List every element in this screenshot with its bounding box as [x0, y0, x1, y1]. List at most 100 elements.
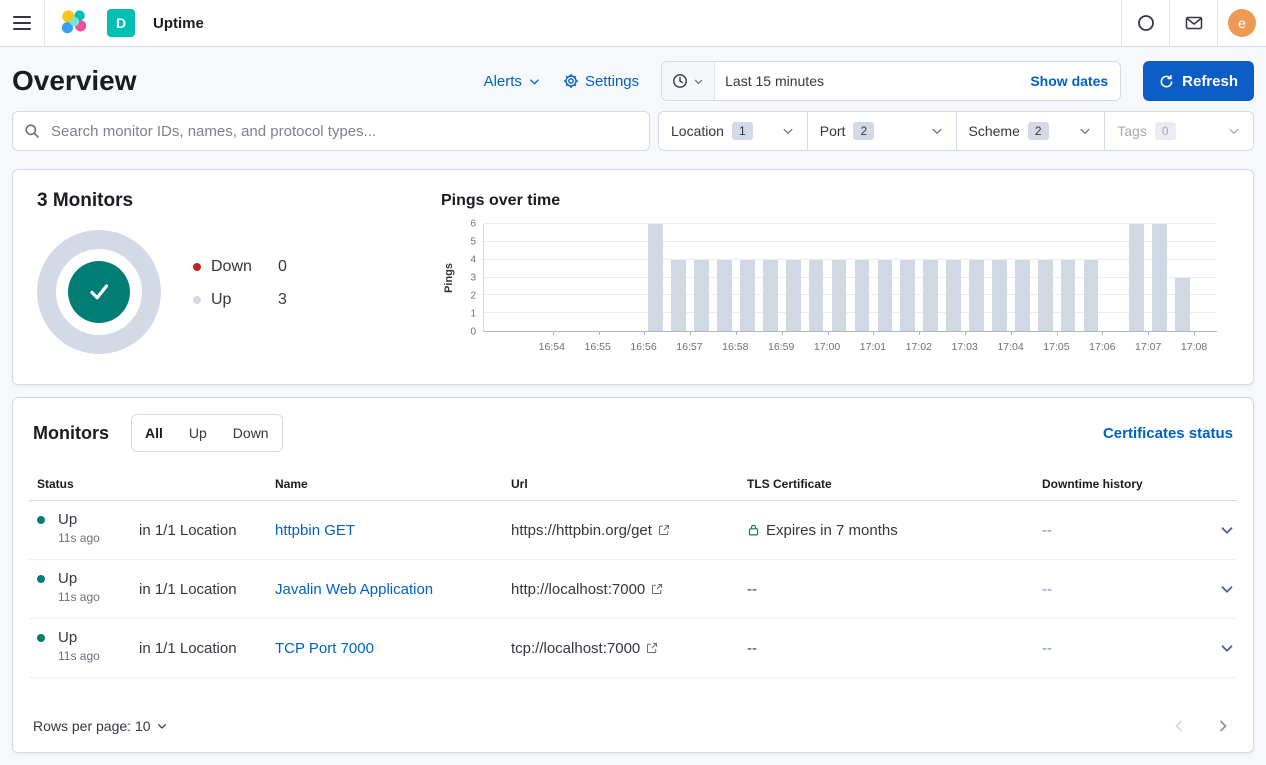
monitors-title: Monitors [33, 423, 109, 444]
chart-gridline [484, 241, 1217, 242]
monitors-panel: Monitors AllUpDown Certificates status S… [12, 397, 1254, 753]
chart-gridline [484, 259, 1217, 260]
settings-label: Settings [585, 73, 639, 90]
monitor-url-link[interactable]: tcp://localhost:7000 [503, 640, 739, 657]
legend-value: 3 [278, 291, 287, 309]
monitor-name-link[interactable]: TCP Port 7000 [275, 640, 374, 657]
chevron-down-icon [1219, 640, 1235, 656]
x-axis: 16:5416:5516:5616:5716:5816:5917:0017:01… [483, 332, 1217, 358]
filter-label: Port [820, 123, 846, 139]
ping-count-bar [1175, 278, 1190, 332]
y-axis-tick-label: 3 [470, 273, 476, 284]
search-icon [24, 123, 40, 139]
search-input[interactable] [12, 111, 650, 151]
mail-icon [1185, 14, 1203, 32]
filter-count-badge: 1 [732, 122, 753, 140]
legend-item-up: Up3 [193, 291, 287, 309]
chart-title: Pings over time [441, 192, 1229, 210]
ping-count-bar [1084, 260, 1099, 331]
ping-count-bar [1061, 260, 1076, 331]
filter-port-button[interactable]: Port2 [807, 112, 956, 150]
page-header: Overview Alerts Settings Last 15 minutes… [0, 47, 1266, 111]
filter-count-badge: 2 [1028, 122, 1049, 140]
expand-row-button[interactable] [1217, 638, 1237, 658]
ping-count-bar [1038, 260, 1053, 331]
ping-count-bar [832, 260, 847, 331]
chevron-down-icon [528, 75, 541, 88]
monitor-name-link[interactable]: Javalin Web Application [275, 581, 433, 598]
lock-icon [747, 523, 760, 537]
ping-count-bar [969, 260, 984, 331]
elastic-home-button[interactable] [45, 8, 97, 38]
expand-row-button[interactable] [1217, 579, 1237, 599]
x-axis-tick-label: 17:07 [1135, 341, 1161, 353]
filter-scheme-button[interactable]: Scheme2 [956, 112, 1105, 150]
y-axis-tick-label: 6 [470, 219, 476, 230]
time-range-value[interactable]: Last 15 minutes [715, 73, 1018, 89]
menu-button[interactable] [0, 0, 45, 46]
previous-page-button[interactable] [1171, 718, 1187, 734]
chevron-down-icon [1219, 522, 1235, 538]
avatar: e [1228, 9, 1256, 37]
status-text: Up [58, 629, 100, 646]
space-badge[interactable]: D [107, 9, 135, 37]
clock-icon [672, 73, 688, 89]
legend-label: Up [211, 291, 278, 309]
y-axis-tick-label: 2 [470, 291, 476, 302]
ping-count-bar [946, 260, 961, 331]
user-menu-button[interactable]: e [1218, 0, 1266, 46]
x-axis-tick-label: 17:02 [906, 341, 932, 353]
location-cell: in 1/1 Location [131, 522, 267, 539]
date-picker: Last 15 minutes Show dates [661, 61, 1121, 101]
chevron-left-icon [1171, 718, 1187, 734]
last-check-time: 11s ago [58, 590, 100, 604]
tab-all[interactable]: All [132, 415, 176, 451]
status-cell: Up11s ago [29, 560, 131, 618]
alerts-dropdown-button[interactable]: Alerts [484, 73, 541, 90]
y-axis-tick-label: 5 [470, 237, 476, 248]
next-page-button[interactable] [1215, 718, 1231, 734]
legend-label: Down [211, 258, 278, 276]
chart-gridline [484, 277, 1217, 278]
tab-down[interactable]: Down [220, 415, 282, 451]
legend-value: 0 [278, 258, 287, 276]
y-axis-tick-label: 0 [470, 327, 476, 338]
rows-per-page-button[interactable]: Rows per page: 10 [33, 718, 168, 734]
up-status-dot [37, 516, 45, 524]
status-text: Up [58, 511, 100, 528]
tab-up[interactable]: Up [176, 415, 220, 451]
quick-select-time-button[interactable] [662, 62, 715, 100]
settings-button[interactable]: Settings [563, 73, 639, 90]
y-axis-tick-label: 1 [470, 309, 476, 320]
newsfeed-button[interactable] [1170, 0, 1217, 46]
chart-gridline [484, 312, 1217, 313]
chevron-down-icon [781, 124, 795, 138]
filter-tags-button[interactable]: Tags0 [1104, 112, 1253, 150]
expand-row-button[interactable] [1217, 520, 1237, 540]
column-header-url: Url [503, 477, 739, 491]
x-axis-tick-label: 17:03 [952, 341, 978, 353]
column-header-downtime: Downtime history [1034, 477, 1205, 491]
x-axis-tick-label: 17:06 [1089, 341, 1115, 353]
refresh-button[interactable]: Refresh [1143, 61, 1254, 101]
monitor-url-link[interactable]: https://httpbin.org/get [503, 522, 739, 539]
filter-location-button[interactable]: Location1 [659, 112, 807, 150]
chevron-down-icon [1227, 124, 1241, 138]
show-dates-button[interactable]: Show dates [1018, 73, 1120, 89]
monitor-url-link[interactable]: http://localhost:7000 [503, 581, 739, 598]
ping-count-bar [1152, 224, 1167, 331]
monitor-name-link[interactable]: httpbin GET [275, 522, 355, 539]
x-axis-tick-label: 17:08 [1181, 341, 1207, 353]
page-title: Overview [12, 61, 137, 101]
check-icon [84, 277, 114, 307]
ping-count-bar [809, 260, 824, 331]
certificates-status-link[interactable]: Certificates status [1099, 425, 1237, 442]
monitor-row: Up11s agoin 1/1 Locationhttpbin GEThttps… [29, 501, 1237, 560]
ping-count-bar [1129, 224, 1144, 331]
app-title: Uptime [153, 15, 204, 32]
y-axis-tick-label: 4 [470, 255, 476, 266]
filter-bar: Location1Port2Scheme2Tags0 [0, 111, 1266, 151]
help-button[interactable] [1122, 0, 1169, 46]
legend-dot [193, 296, 201, 304]
chevron-down-icon [156, 720, 168, 732]
